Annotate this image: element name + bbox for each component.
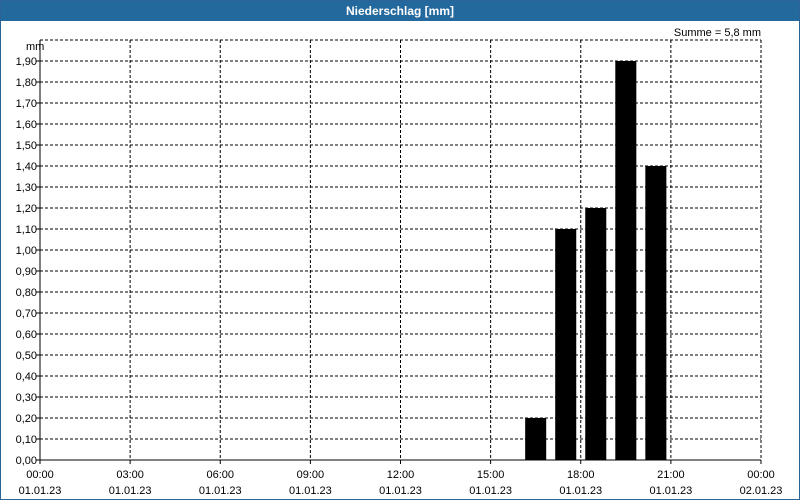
x-tick-time: 06:00 (206, 469, 234, 481)
y-tick-label: 0,30 (16, 392, 37, 404)
x-tick-date: 01.01.23 (199, 485, 242, 497)
y-tick-label: 1,80 (16, 77, 37, 89)
bar-1700 (555, 229, 577, 460)
y-tick-label: 1,10 (16, 224, 37, 236)
y-tick-label: 1,00 (16, 245, 37, 257)
x-tick-date: 01.01.23 (379, 485, 422, 497)
y-tick-label: 0,40 (16, 371, 37, 383)
x-tick-date: 01.01.23 (649, 485, 692, 497)
y-tick-label: 0,50 (16, 350, 37, 362)
x-tick-date: 01.01.23 (19, 485, 62, 497)
y-tick-label: 0,60 (16, 329, 37, 341)
summary-label: Summe = 5,8 mm (674, 27, 761, 39)
y-axis-label: mm (26, 41, 44, 53)
x-tick-time: 18:00 (567, 469, 595, 481)
y-tick-label: 0,00 (16, 455, 37, 467)
x-tick-time: 21:00 (657, 469, 685, 481)
y-tick-label: 1,20 (16, 203, 37, 215)
x-tick-date: 01.01.23 (289, 485, 332, 497)
x-tick-date: 02.01.23 (740, 485, 783, 497)
y-tick-label: 0,90 (16, 266, 37, 278)
x-tick-date: 01.01.23 (109, 485, 152, 497)
y-tick-label: 1,90 (16, 56, 37, 68)
x-tick-time: 00:00 (747, 469, 775, 481)
y-tick-label: 1,50 (16, 140, 37, 152)
y-tick-label: 1,40 (16, 161, 37, 173)
x-tick-time: 15:00 (477, 469, 505, 481)
bar-2000 (645, 166, 667, 460)
bar-1800 (585, 208, 607, 460)
y-tick-label: 0,80 (16, 287, 37, 299)
x-tick-time: 00:00 (26, 469, 54, 481)
bar-1600 (525, 418, 547, 460)
x-tick-time: 12:00 (387, 469, 415, 481)
y-tick-label: 0,10 (16, 434, 37, 446)
bar-1900 (615, 61, 637, 460)
y-tick-label: 1,60 (16, 119, 37, 131)
y-tick-label: 1,30 (16, 182, 37, 194)
bars (525, 61, 667, 460)
y-tick-label: 1,70 (16, 98, 37, 110)
y-tick-label: 0,70 (16, 308, 37, 320)
y-tick-label: 0,20 (16, 413, 37, 425)
x-tick-date: 01.01.23 (469, 485, 512, 497)
x-tick-time: 03:00 (116, 469, 144, 481)
x-tick-time: 09:00 (297, 469, 325, 481)
precipitation-chart: 0,00 0,10 0,20 0,30 0,40 0,50 0,60 0,70 0,80 0,90… (16, 27, 783, 497)
x-tick-date: 01.01.23 (559, 485, 602, 497)
